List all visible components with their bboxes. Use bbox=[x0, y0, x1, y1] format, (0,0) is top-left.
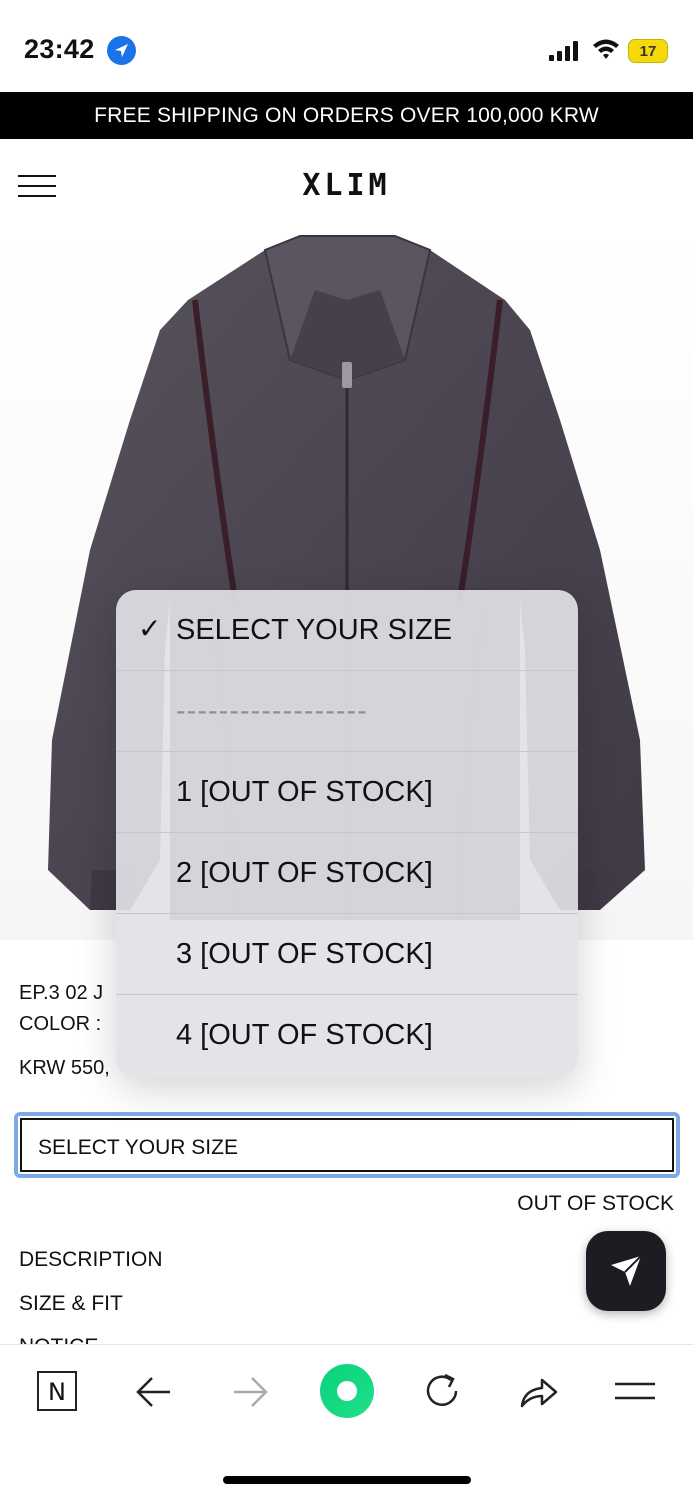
dropdown-option-label: SELECT YOUR SIZE bbox=[176, 614, 453, 646]
dropdown-option-size-2[interactable]: 2 [OUT OF STOCK] bbox=[116, 833, 578, 914]
size-select[interactable]: SELECT YOUR SIZE bbox=[14, 1112, 680, 1178]
home-indicator bbox=[223, 1476, 471, 1484]
description-link[interactable]: DESCRIPTION bbox=[19, 1248, 163, 1272]
dropdown-option-label: ------------------ bbox=[176, 695, 368, 727]
share-icon[interactable] bbox=[518, 1372, 560, 1412]
n-app-label: N bbox=[48, 1378, 66, 1406]
checkmark-icon: ✓ bbox=[138, 613, 162, 644]
dropdown-option-size-4[interactable]: 4 [OUT OF STOCK] bbox=[116, 995, 578, 1076]
size-select-box[interactable]: SELECT YOUR SIZE bbox=[20, 1118, 674, 1172]
dropdown-option-size-1[interactable]: 1 [OUT OF STOCK] bbox=[116, 752, 578, 833]
brand-logo[interactable]: XLIM bbox=[0, 168, 693, 203]
status-time: 23:42 bbox=[24, 34, 95, 64]
status-bar: 23:42 17 bbox=[0, 0, 693, 92]
product-name: EP.3 02 J bbox=[19, 982, 104, 1004]
product-price: KRW 550, bbox=[19, 1057, 110, 1079]
dropdown-option-label: 1 [OUT OF STOCK] bbox=[176, 776, 433, 808]
product-color-label: COLOR : bbox=[19, 1013, 102, 1035]
dropdown-option-size-3[interactable]: 3 [OUT OF STOCK] bbox=[116, 914, 578, 995]
dropdown-option-label: 4 [OUT OF STOCK] bbox=[176, 1019, 433, 1051]
back-arrow-icon[interactable] bbox=[134, 1372, 174, 1412]
battery-level: 17 bbox=[639, 43, 657, 60]
share-fab-button[interactable] bbox=[586, 1231, 666, 1311]
forward-arrow-icon[interactable] bbox=[230, 1372, 270, 1412]
size-fit-link[interactable]: SIZE & FIT bbox=[19, 1292, 123, 1316]
battery-charging-icon: 17 bbox=[628, 39, 668, 63]
dropdown-option-label: 3 [OUT OF STOCK] bbox=[176, 938, 433, 970]
size-select-value: SELECT YOUR SIZE bbox=[38, 1136, 238, 1159]
promo-banner: FREE SHIPPING ON ORDERS OVER 100,000 KRW bbox=[0, 92, 693, 139]
n-app-icon[interactable]: N bbox=[37, 1371, 77, 1411]
paper-plane-icon bbox=[611, 1255, 642, 1286]
home-icon[interactable] bbox=[320, 1364, 374, 1418]
location-arrow-icon bbox=[107, 36, 136, 65]
size-dropdown[interactable]: ✓ SELECT YOUR SIZE ------------------ 1 … bbox=[116, 590, 578, 1078]
dropdown-option-separator[interactable]: ------------------ bbox=[116, 671, 578, 752]
dropdown-option-select[interactable]: ✓ SELECT YOUR SIZE bbox=[116, 590, 578, 671]
reload-icon[interactable] bbox=[421, 1370, 463, 1412]
stock-status: OUT OF STOCK bbox=[517, 1192, 674, 1215]
cellular-signal-icon bbox=[549, 41, 578, 61]
dropdown-option-label: 2 [OUT OF STOCK] bbox=[176, 857, 433, 889]
wifi-icon bbox=[593, 39, 619, 59]
menu-icon[interactable] bbox=[614, 1378, 656, 1404]
